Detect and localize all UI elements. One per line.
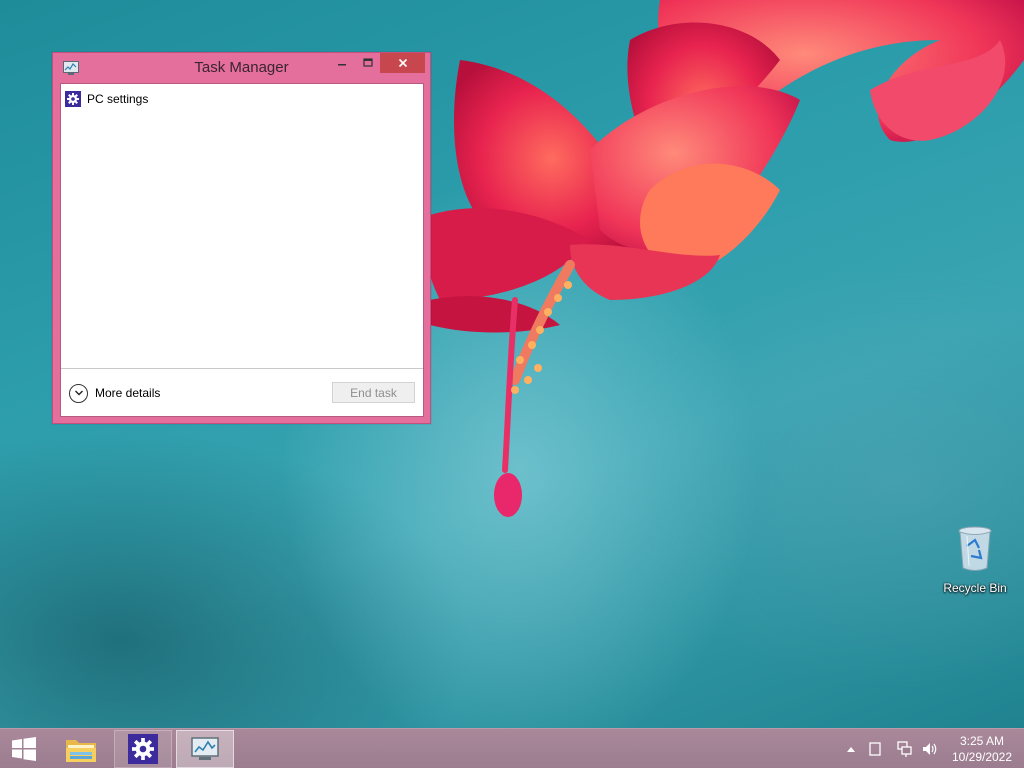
task-manager-window[interactable]: Task Manager PC settings More details En… <box>52 52 431 424</box>
task-manager-icon <box>191 737 219 760</box>
clock[interactable]: 3:25 AM 10/29/2022 <box>944 733 1020 765</box>
end-task-button[interactable]: End task <box>332 382 415 403</box>
taskbar-pc-settings[interactable] <box>114 730 172 768</box>
network-icon <box>897 741 912 757</box>
more-details-button[interactable]: More details <box>69 383 160 403</box>
network-button[interactable] <box>897 741 913 757</box>
taskbar: 3:25 AM 10/29/2022 <box>0 728 1024 768</box>
maximize-icon <box>363 58 373 67</box>
taskbar-task-manager[interactable] <box>176 730 234 768</box>
windows-logo-icon <box>12 737 36 761</box>
system-tray: 3:25 AM 10/29/2022 <box>840 729 1024 768</box>
more-details-label: More details <box>95 386 161 400</box>
taskbar-file-explorer[interactable] <box>52 730 110 768</box>
flag-icon <box>869 742 881 756</box>
close-icon <box>398 58 407 68</box>
task-manager-content: PC settings More details End task <box>60 83 424 417</box>
recycle-bin-label: Recycle Bin <box>943 581 1007 595</box>
folder-icon <box>66 740 96 762</box>
process-list: PC settings <box>61 84 423 368</box>
task-manager-footer: More details End task <box>61 368 423 416</box>
maximize-button[interactable] <box>355 53 381 73</box>
recycle-bin-desktop-icon[interactable]: Recycle Bin <box>940 526 1010 596</box>
process-row-pc-settings[interactable]: PC settings <box>65 89 148 109</box>
minimize-icon <box>338 64 346 66</box>
wallpaper-flower-image <box>424 0 1024 517</box>
process-name: PC settings <box>87 92 149 106</box>
action-center-button[interactable] <box>868 741 882 757</box>
recycle-bin-icon <box>958 526 992 571</box>
gear-icon <box>65 91 81 107</box>
chevron-up-icon <box>847 747 855 752</box>
close-button[interactable] <box>380 53 425 73</box>
speaker-icon <box>923 743 937 755</box>
volume-button[interactable] <box>922 741 938 757</box>
minimize-button[interactable] <box>329 53 355 73</box>
start-button[interactable] <box>0 729 48 768</box>
clock-date: 10/29/2022 <box>951 750 1013 764</box>
title-bar[interactable]: Task Manager <box>53 53 430 83</box>
gear-icon <box>128 734 158 764</box>
chevron-down-icon <box>69 383 88 403</box>
show-hidden-icons-button[interactable] <box>845 741 857 757</box>
clock-time: 3:25 AM <box>959 734 1005 748</box>
